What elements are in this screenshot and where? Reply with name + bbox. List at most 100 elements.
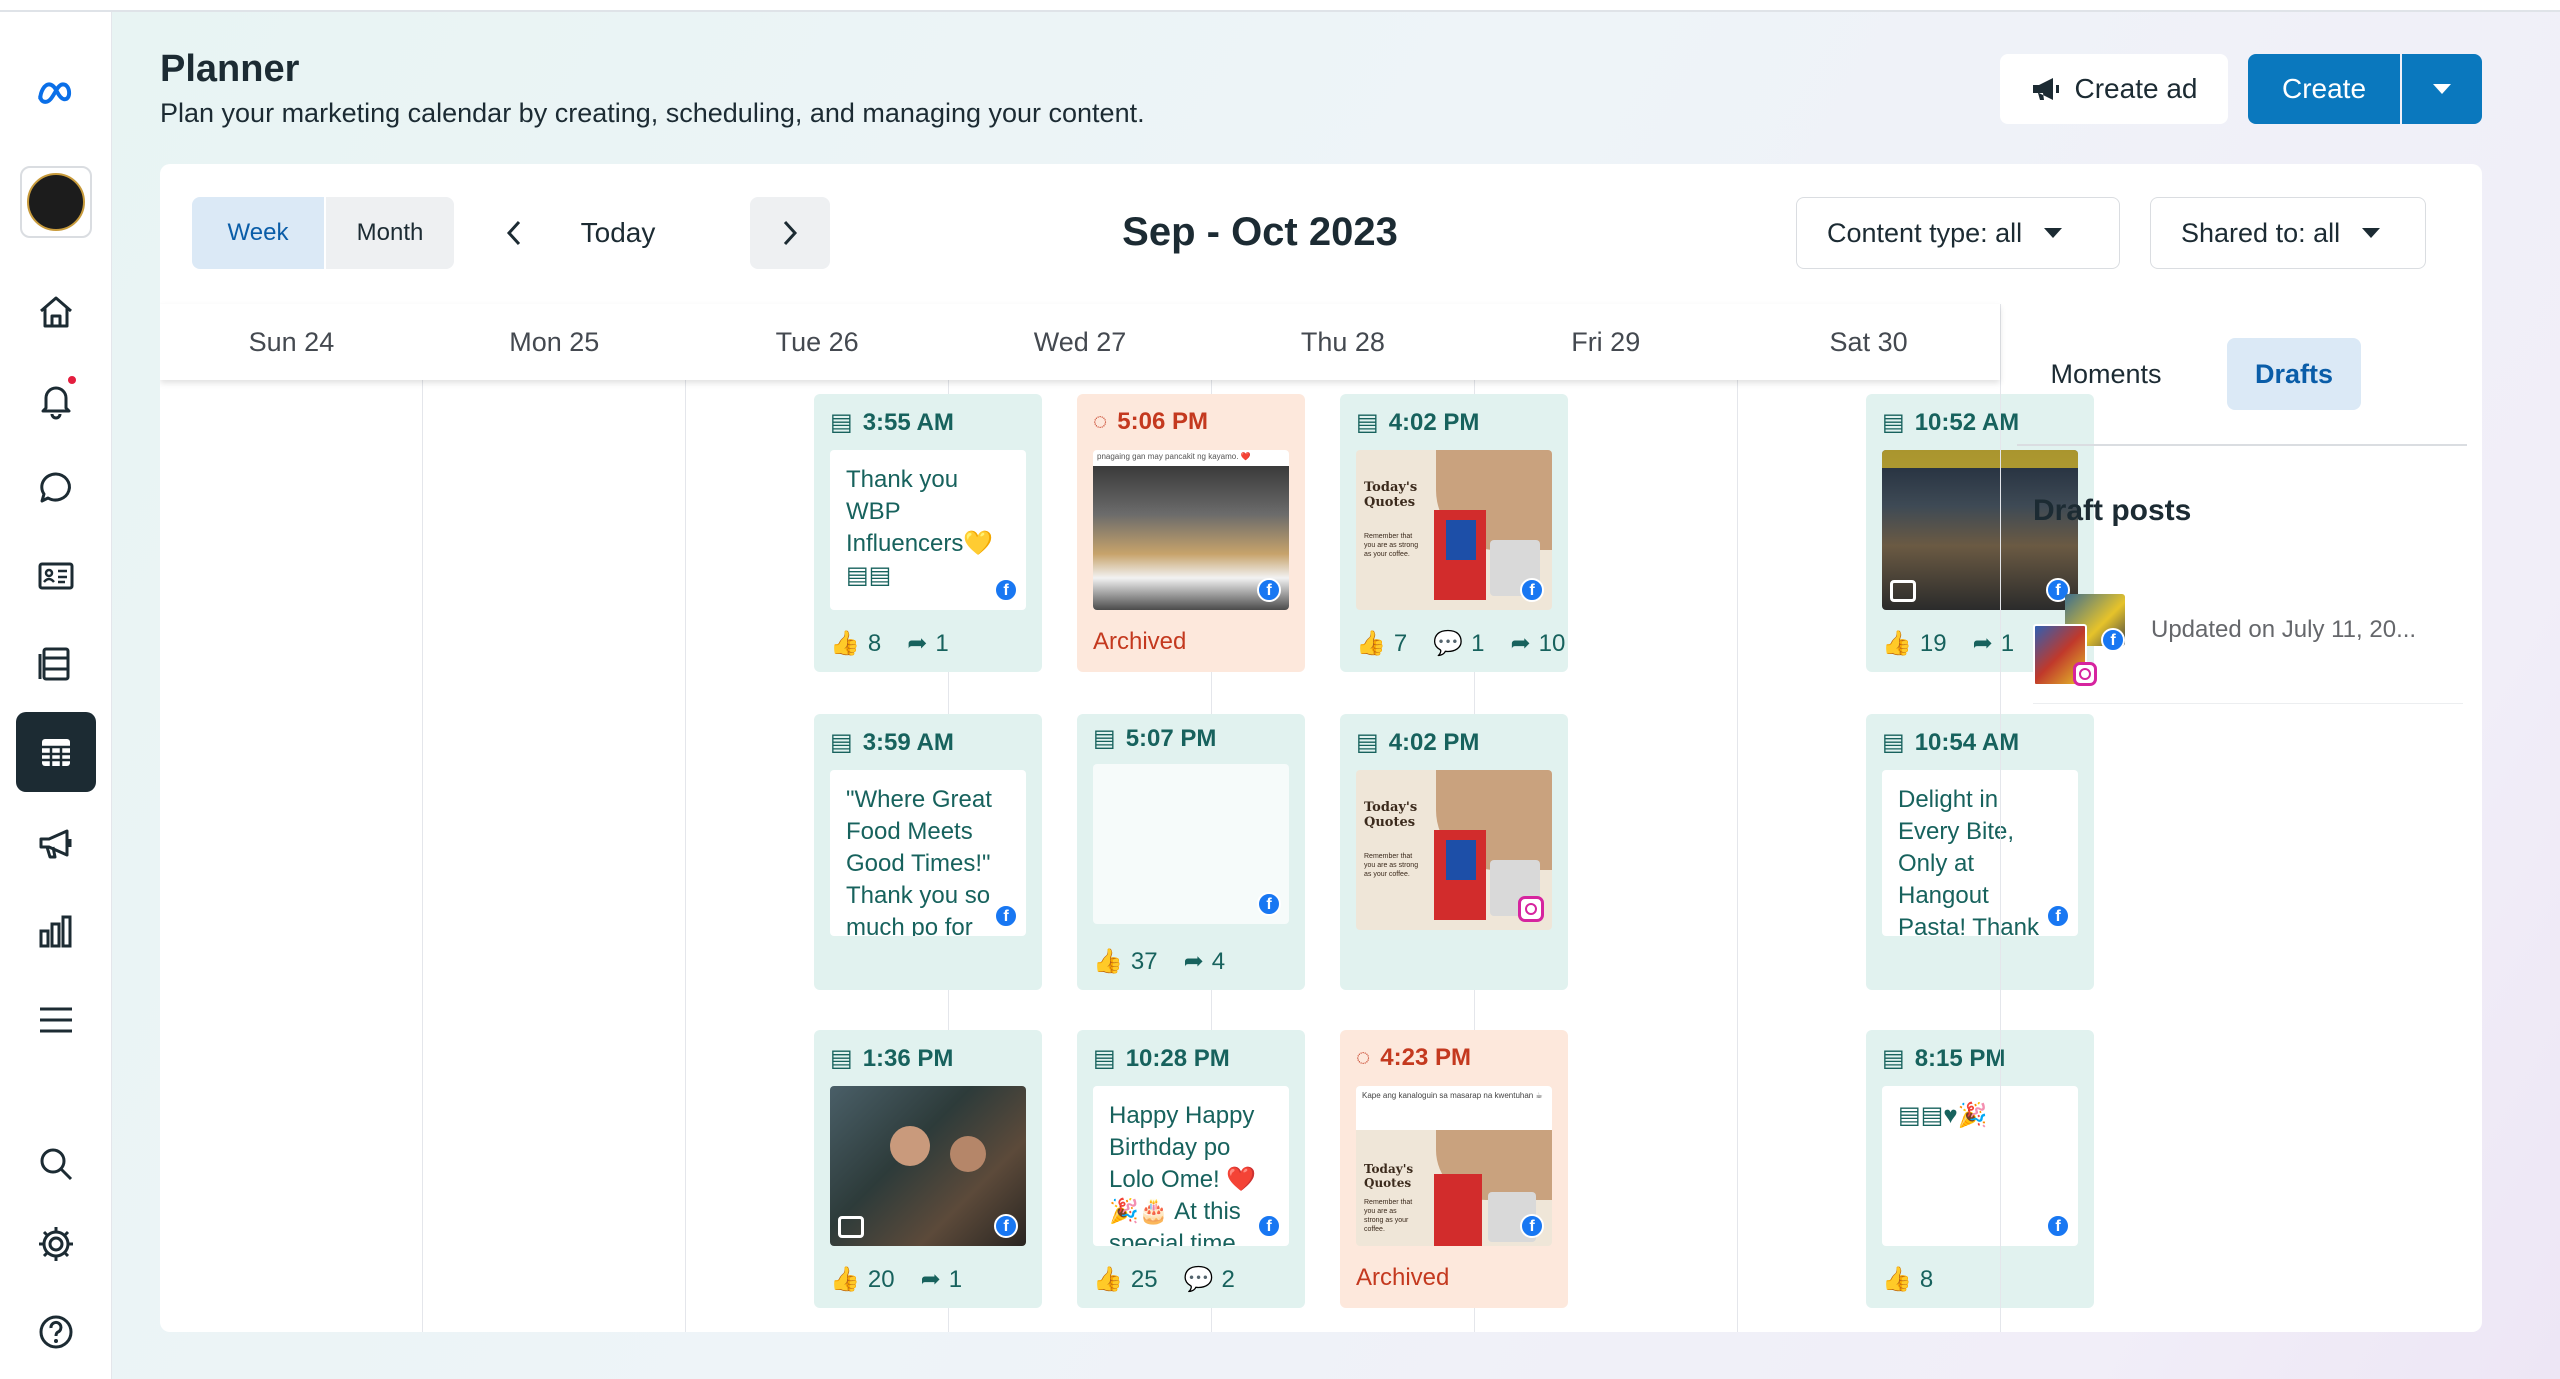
post-card[interactable]: ▤ 5:07 PM f 👍 37 ➦ 4 — [1077, 714, 1305, 990]
post-stats: 👍 7 💬 1 ➦ 10 — [1356, 629, 1565, 658]
inbox-chat-icon[interactable] — [16, 448, 96, 528]
tab-moments[interactable]: Moments — [2041, 338, 2171, 410]
notification-dot — [66, 374, 78, 386]
archived-label: Archived — [1356, 1264, 1450, 1291]
day-header: Sun 24 — [248, 326, 335, 357]
view-switcher: Week Month — [192, 197, 454, 269]
post-time: ▤ 10:28 PM — [1093, 1044, 1230, 1073]
next-week-button[interactable] — [750, 197, 830, 269]
day-header: Mon 25 — [509, 326, 600, 357]
create-ad-button[interactable]: Create ad — [2000, 54, 2228, 124]
share-arrow-icon: ➦ — [1510, 630, 1531, 657]
quote-image: Kape ang kanaloguin sa masarap na kwentu… — [1356, 1086, 1552, 1246]
day-header: Wed 27 — [1033, 326, 1127, 357]
settings-gear-icon[interactable] — [16, 1204, 96, 1284]
thumbs-up-icon: 👍 — [1093, 948, 1123, 975]
post-card[interactable]: ▤ 10:28 PM Happy Happy Birthday po Lolo O… — [1077, 1030, 1305, 1308]
browser-top-edge — [0, 0, 2560, 12]
insights-bar-chart-icon[interactable] — [16, 892, 96, 972]
shared-to-label: Shared to: all — [2181, 217, 2341, 248]
page-subtitle: Plan your marketing calendar by creating… — [160, 98, 1145, 128]
post-time: ▤ 4:02 PM — [1356, 728, 1480, 757]
loading-spinner-icon: ◌ — [1093, 408, 1108, 435]
post-type-icon: ▤ — [830, 729, 853, 756]
post-photo: f — [830, 1086, 1026, 1246]
shares-stat: ➦ 1 — [907, 629, 949, 658]
photo-caption: Kape ang kanaloguin sa masarap na kwentu… — [1356, 1086, 1552, 1130]
post-stats: 👍 8 — [1882, 1265, 1933, 1294]
facebook-icon: f — [1257, 892, 1281, 916]
week-view-button[interactable]: Week — [192, 197, 324, 269]
thumbs-up-icon: 👍 — [1882, 630, 1912, 657]
thumbs-up-icon: 👍 — [830, 630, 860, 657]
month-view-button[interactable]: Month — [326, 197, 454, 269]
help-question-icon[interactable] — [16, 1292, 96, 1372]
previous-week-button[interactable] — [478, 197, 550, 269]
chevron-right-icon — [783, 220, 798, 246]
create-button[interactable]: Create — [2248, 54, 2400, 124]
post-card[interactable]: ▤ 1:36 PM f 👍 20 ➦ 1 — [814, 1030, 1042, 1308]
shares-stat: ➦ 4 — [1183, 947, 1226, 976]
post-time: ◌ 4:23 PM — [1356, 1044, 1471, 1071]
post-type-icon: ▤ — [1093, 725, 1116, 752]
share-arrow-icon: ➦ — [907, 630, 928, 657]
draft-posts-heading: Draft posts — [2033, 494, 2192, 527]
post-stats: 👍 37 ➦ 4 — [1093, 947, 1225, 976]
post-type-icon: ▤ — [830, 409, 853, 436]
post-time: ▤ 5:07 PM — [1093, 724, 1217, 753]
coffee-pack-icon — [1434, 1174, 1482, 1246]
content-type-label: Content type: all — [1827, 217, 2023, 248]
likes-stat: 👍 7 — [1356, 629, 1408, 658]
post-type-icon: ▤ — [1882, 409, 1905, 436]
post-card-archived[interactable]: ◌ 5:06 PM pnagaing gan may pancakit ng ka… — [1077, 394, 1305, 672]
all-tools-menu-icon[interactable] — [16, 980, 96, 1060]
search-icon[interactable] — [16, 1124, 96, 1204]
comments-stat: 💬 1 — [1433, 629, 1485, 658]
multi-photo-icon — [838, 1216, 864, 1238]
photo-caption: pnagaing gan may pancakit ng kayamo. ❤️ — [1097, 452, 1251, 461]
draft-item[interactable]: f Updated on July 11, 20... — [2033, 584, 2463, 704]
likes-stat: 👍 37 — [1093, 947, 1158, 976]
instagram-icon — [2073, 662, 2097, 686]
post-stats: 👍 8 ➦ 1 — [830, 629, 949, 658]
likes-stat: 👍 8 — [830, 629, 882, 658]
post-preview: "Where Great Food Meets Good Times!" Tha… — [830, 770, 1026, 936]
thumbs-up-icon: 👍 — [1093, 1266, 1123, 1293]
post-time: ▤ 10:52 AM — [1882, 408, 2020, 437]
create-dropdown-button[interactable] — [2402, 54, 2482, 124]
planner-calendar-icon[interactable] — [16, 712, 96, 792]
day-header: Tue 26 — [775, 326, 859, 357]
page-avatar[interactable] — [16, 162, 96, 242]
chevron-down-icon — [2362, 228, 2381, 238]
day-divider — [1737, 380, 1738, 1332]
left-sidebar — [0, 12, 112, 1379]
facebook-icon: f — [1520, 1214, 1544, 1238]
shared-to-filter[interactable]: Shared to: all — [2150, 197, 2426, 269]
content-pages-icon[interactable] — [16, 624, 96, 704]
post-photo: pnagaing gan may pancakit ng kayamo. ❤️ … — [1093, 450, 1289, 610]
post-card[interactable]: ▤ 4:02 PM Today's Quotes Remember that yo… — [1340, 394, 1568, 672]
post-time: ▤ 4:02 PM — [1356, 408, 1480, 437]
post-card[interactable]: ▤ 4:02 PM Today's Quotes Remember that yo… — [1340, 714, 1568, 990]
calendar-card: Week Month Today Sep - Oct 2023 Content … — [160, 164, 2482, 1332]
thumbs-up-icon: 👍 — [1356, 630, 1386, 657]
post-card-archived[interactable]: ◌ 4:23 PM Kape ang kanaloguin sa masarap … — [1340, 1030, 1568, 1308]
megaphone-icon — [2032, 78, 2059, 100]
post-time: ▤ 3:55 AM — [830, 408, 954, 437]
content-type-filter[interactable]: Content type: all — [1796, 197, 2120, 269]
day-divider — [685, 380, 686, 1332]
today-button[interactable]: Today — [558, 197, 678, 269]
notifications-bell-icon[interactable] — [16, 360, 96, 440]
post-card[interactable]: ▤ 3:59 AM "Where Great Food Meets Good Ti… — [814, 714, 1042, 990]
instagram-icon — [1518, 896, 1544, 922]
meta-logo-icon[interactable] — [16, 54, 96, 134]
post-card[interactable]: ▤ 3:55 AM Thank you WBP Influencers💛 ▤▤ f… — [814, 394, 1042, 672]
facebook-icon: f — [994, 578, 1018, 602]
ads-megaphone-icon[interactable] — [16, 804, 96, 884]
planner-main: Planner Plan your marketing calendar by … — [112, 12, 2560, 1379]
tab-drafts[interactable]: Drafts — [2227, 338, 2361, 410]
contacts-card-icon[interactable] — [16, 536, 96, 616]
home-icon[interactable] — [16, 272, 96, 352]
post-time: ▤ 3:59 AM — [830, 728, 954, 757]
comment-icon: 💬 — [1183, 1266, 1214, 1293]
